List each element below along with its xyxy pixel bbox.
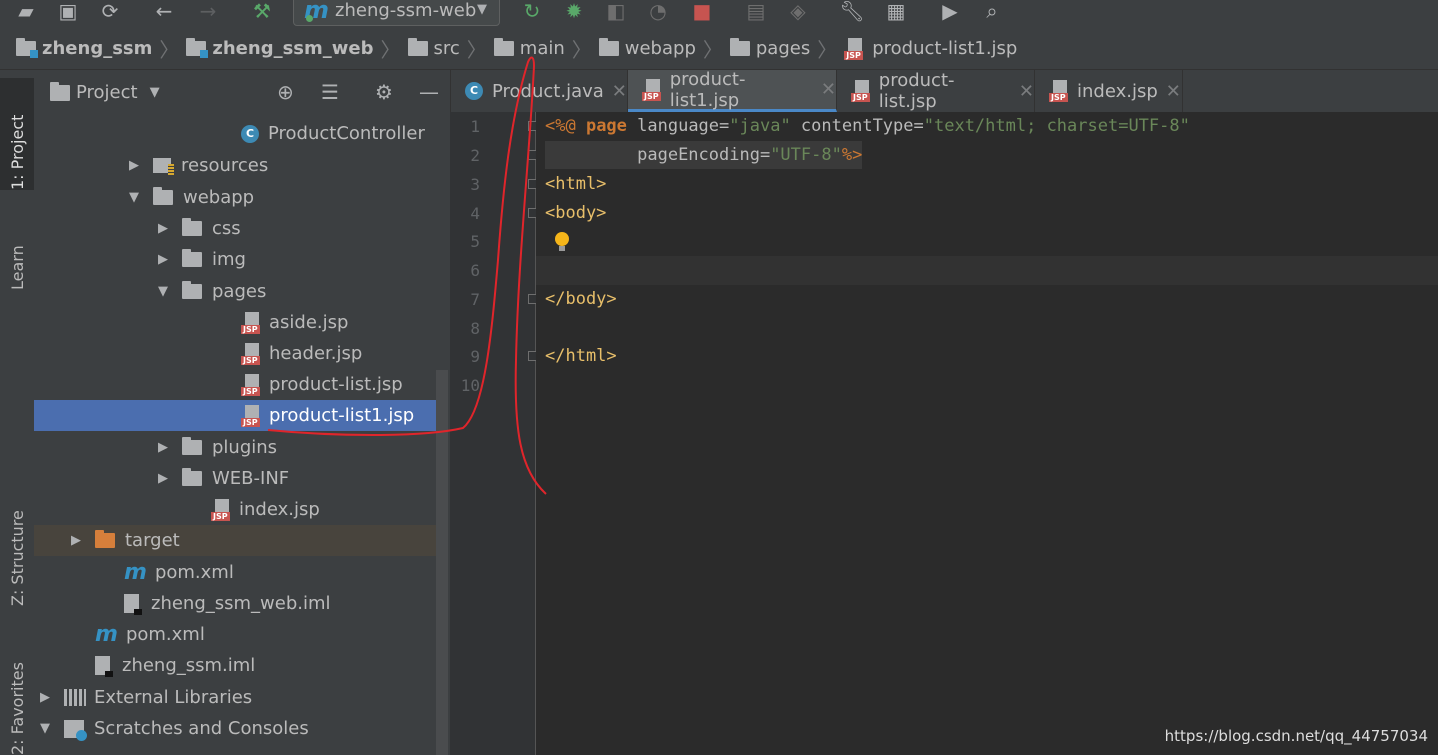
watermark-text: https://blog.csdn.net/qq_44757034: [1164, 727, 1428, 745]
red-annotation-stroke: [267, 56, 547, 495]
